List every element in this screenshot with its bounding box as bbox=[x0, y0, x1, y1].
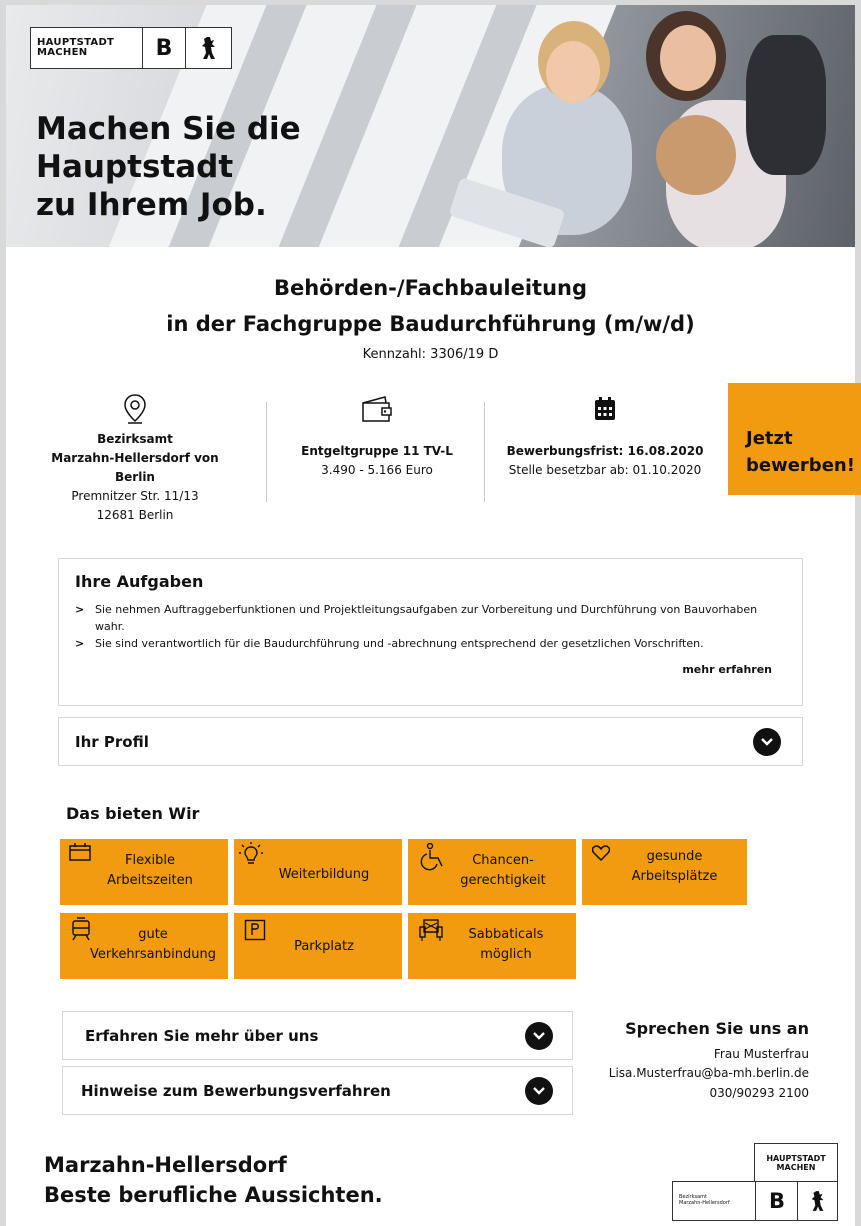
job-title-line1: Behörden-/Fachbauleitung bbox=[273, 276, 588, 300]
start-date: Stelle besetzbar ab: 01.10.2020 bbox=[508, 463, 702, 477]
location-city: 12681 Berlin bbox=[96, 508, 174, 522]
footer-slogan: Marzahn-Hellersdorf Beste berufliche Aus… bbox=[44, 1153, 383, 1207]
hero-person bbox=[656, 115, 736, 195]
berlin-bear-icon bbox=[185, 28, 231, 68]
heart-icon bbox=[591, 845, 611, 868]
job-reference: Kennzahl: 3306/19 D bbox=[362, 347, 499, 362]
benefit-label: gesunde Arbeitsplätze bbox=[631, 849, 718, 884]
benefit-label: Chancen- gerechtigkeit bbox=[460, 853, 546, 888]
location-street: Premnitzer Str. 11/13 bbox=[71, 489, 199, 503]
apply-button[interactable]: Jetzt bewerben! bbox=[728, 383, 861, 495]
location-line1: Bezirksamt bbox=[97, 432, 173, 446]
benefit-label: gute Verkehrsanbindung bbox=[90, 927, 216, 962]
process-label: Hinweise zum Bewerbungsverfahren bbox=[81, 1082, 391, 1100]
calendar-icon bbox=[68, 842, 92, 869]
job-title-line2: in der Fachgruppe Baudurchführung (m/w/d… bbox=[166, 312, 695, 336]
contact-email[interactable]: Lisa.Musterfrau@ba-mh.berlin.de bbox=[609, 1066, 809, 1080]
tasks-section: Ihre Aufgaben Sie nehmen Auftraggeberfun… bbox=[58, 558, 803, 706]
calendar-icon bbox=[500, 392, 710, 426]
footer-logo-text: HAUPTSTADT MACHEN bbox=[754, 1143, 838, 1181]
hero-person bbox=[546, 41, 600, 103]
benefit-tile-sabbatical: Sabbaticals möglich bbox=[408, 913, 576, 979]
benefit-tile-parking: Parkplatz bbox=[234, 913, 402, 979]
more-link[interactable]: mehr erfahren bbox=[682, 663, 772, 676]
salary-info: Entgeltgruppe 11 TV-L 3.490 - 5.166 Euro bbox=[282, 392, 472, 480]
wallet-icon bbox=[282, 392, 472, 426]
benefit-label: Weiterbildung bbox=[278, 867, 370, 882]
footer-logo-small: Bezirksamt Marzahn-Hellersdorf bbox=[679, 1194, 730, 1206]
wheelchair-icon bbox=[420, 842, 446, 878]
list-item: Sie nehmen Auftraggeberfunktionen und Pr… bbox=[75, 601, 775, 635]
chevron-down-icon[interactable] bbox=[525, 1022, 553, 1050]
tasks-list: Sie nehmen Auftraggeberfunktionen und Pr… bbox=[75, 601, 775, 652]
location-line2: Marzahn-Hellersdorf von Berlin bbox=[51, 451, 219, 484]
info-divider bbox=[484, 402, 485, 502]
benefits-title: Das bieten Wir bbox=[66, 804, 200, 823]
footer-logo: HAUPTSTADT MACHEN Bezirksamt Marzahn-Hel… bbox=[672, 1143, 838, 1221]
berlin-bear-icon bbox=[797, 1182, 838, 1220]
logo-text: HAUPTSTADT MACHEN bbox=[37, 37, 115, 58]
chevron-down-icon[interactable] bbox=[525, 1077, 553, 1105]
info-divider bbox=[266, 402, 267, 502]
logo-letter: B bbox=[141, 28, 186, 68]
benefit-tile-transport: gute Verkehrsanbindung bbox=[60, 913, 228, 979]
contact-name: Frau Musterfrau bbox=[713, 1047, 809, 1061]
lightbulb-icon bbox=[238, 841, 264, 874]
profile-accordion[interactable]: Ihr Profil bbox=[58, 717, 803, 766]
tasks-title: Ihre Aufgaben bbox=[75, 572, 204, 591]
process-accordion[interactable]: Hinweise zum Bewerbungsverfahren bbox=[62, 1066, 573, 1115]
benefit-tile-flexible: Flexible Arbeitszeiten bbox=[60, 839, 228, 905]
salary-range: 3.490 - 5.166 Euro bbox=[321, 463, 433, 477]
hero-person bbox=[746, 35, 826, 175]
deadline-info: Bewerbungsfrist: 16.08.2020 Stelle beset… bbox=[500, 392, 710, 480]
contact-title: Sprechen Sie uns an bbox=[625, 1019, 809, 1038]
about-accordion[interactable]: Erfahren Sie mehr über uns bbox=[62, 1011, 573, 1060]
hero-person bbox=[660, 25, 716, 91]
parking-icon bbox=[244, 919, 266, 948]
hero-banner: HAUPTSTADT MACHEN B Machen Sie die Haupt… bbox=[6, 5, 855, 247]
benefit-tile-equality: Chancen- gerechtigkeit bbox=[408, 839, 576, 905]
location-info: Bezirksamt Marzahn-Hellersdorf von Berli… bbox=[30, 392, 240, 525]
benefit-tile-health: gesunde Arbeitsplätze bbox=[582, 839, 747, 905]
contact-phone: 030/90293 2100 bbox=[709, 1086, 809, 1100]
hero-headline: Machen Sie die Hauptstadt zu Ihrem Job. bbox=[36, 111, 301, 223]
location-pin-icon bbox=[30, 392, 240, 426]
footer-logo-box: Bezirksamt Marzahn-Hellersdorf B bbox=[672, 1181, 838, 1221]
application-deadline: Bewerbungsfrist: 16.08.2020 bbox=[506, 444, 704, 458]
hauptstadt-logo: HAUPTSTADT MACHEN B bbox=[30, 27, 232, 69]
salary-grade: Entgeltgruppe 11 TV-L bbox=[301, 444, 453, 458]
armchair-icon bbox=[418, 917, 444, 950]
benefit-label: Sabbaticals möglich bbox=[468, 927, 544, 962]
benefit-tile-training: Weiterbildung bbox=[234, 839, 402, 905]
list-item: Sie sind verantwortlich für die Baudurch… bbox=[75, 635, 775, 652]
benefit-label: Parkplatz bbox=[294, 939, 354, 954]
benefit-label: Flexible Arbeitszeiten bbox=[107, 853, 193, 888]
profile-label: Ihr Profil bbox=[75, 733, 149, 751]
footer-logo-letter: B bbox=[755, 1182, 798, 1220]
chevron-down-icon[interactable] bbox=[753, 728, 781, 756]
about-label: Erfahren Sie mehr über uns bbox=[85, 1027, 319, 1045]
